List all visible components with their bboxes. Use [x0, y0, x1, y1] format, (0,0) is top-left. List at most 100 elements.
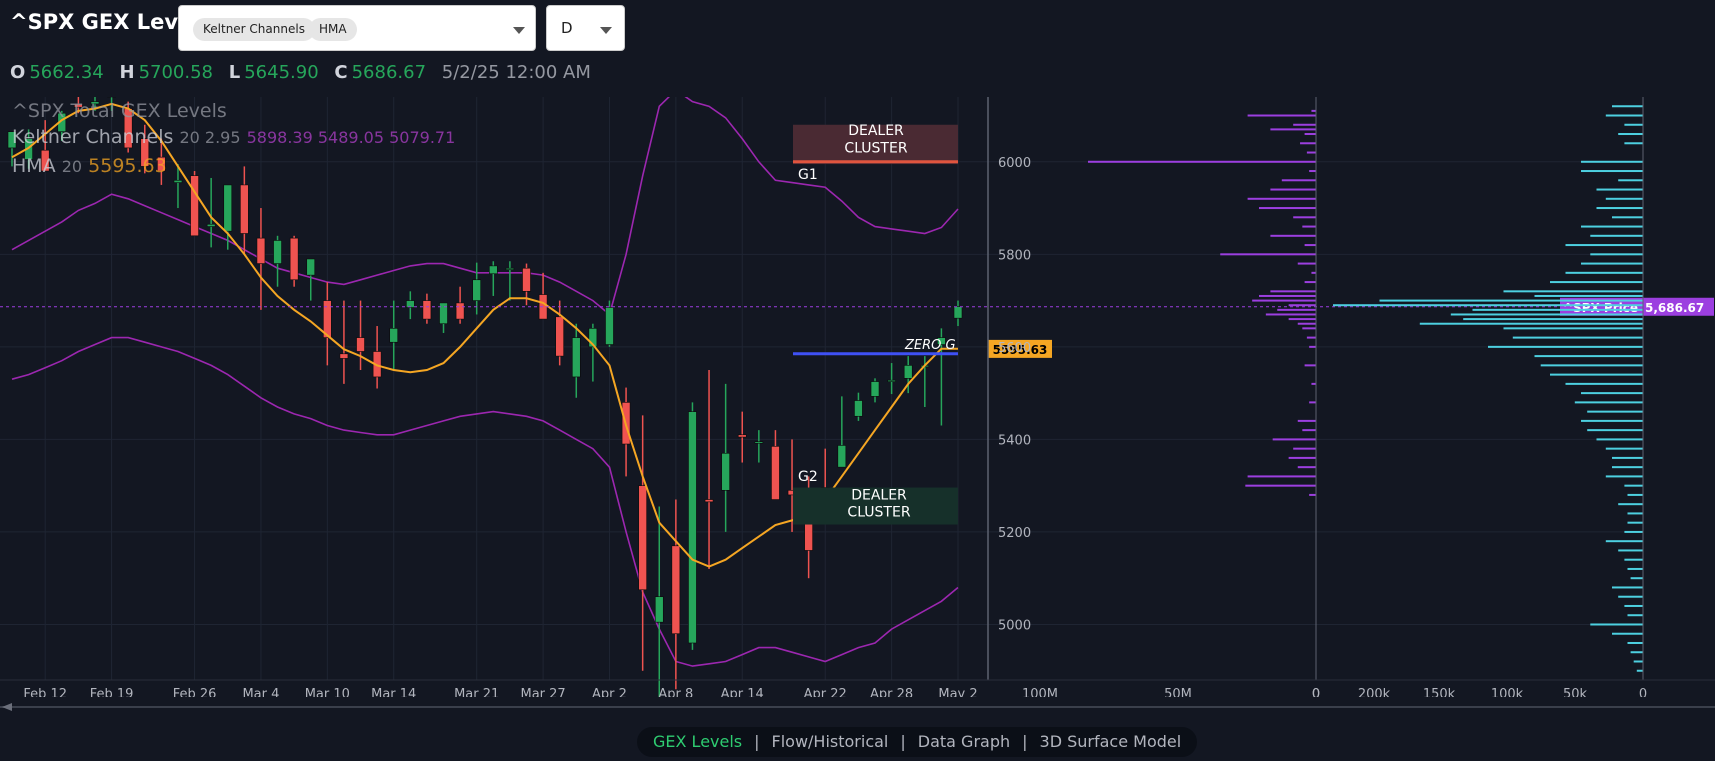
gex-net-bar — [1272, 438, 1316, 441]
candle-body — [256, 237, 266, 264]
x-tick-label: Apr 8 — [658, 687, 693, 697]
y-tick-label: 5800 — [998, 248, 1031, 263]
candle-body — [654, 596, 664, 623]
candle-body — [555, 316, 564, 357]
chevron-down-icon[interactable] — [513, 27, 525, 34]
gex-split-bar — [1627, 512, 1643, 515]
gex-split-bar — [1587, 410, 1643, 413]
gex-split-bar — [1581, 225, 1643, 228]
gex-split-bar — [1618, 503, 1643, 506]
candle-body — [605, 307, 614, 345]
candle-body — [339, 353, 349, 359]
candle-body — [771, 446, 780, 500]
gex-net-bar — [1270, 188, 1316, 191]
y-tick-label: 6000 — [998, 156, 1031, 171]
gex-net-bar — [1220, 253, 1316, 256]
x-tick-label: Mar 4 — [242, 687, 279, 697]
gex-net-bar — [1288, 304, 1316, 307]
gex-net-tick-label: 100M — [1022, 687, 1058, 697]
high-value: 5700.58 — [138, 62, 213, 83]
gex-net-bar — [1288, 318, 1316, 321]
x-tick-label: Apr 22 — [804, 687, 847, 697]
gex-split-bar — [1605, 540, 1643, 543]
gex-split-bar — [1624, 123, 1643, 126]
gex-split-bar — [1624, 142, 1643, 145]
gex-split-bar — [1605, 447, 1643, 450]
legend-kc-values: 5898.39 5489.05 5079.71 — [246, 128, 456, 147]
tab-data-graph[interactable]: Data Graph — [918, 732, 1010, 751]
dealer-cluster-bottom-label: CLUSTER — [847, 505, 910, 521]
x-tick-label: Mar 14 — [371, 687, 416, 697]
gex-net-bar — [1277, 308, 1316, 311]
gex-split-bar — [1605, 197, 1643, 200]
gex-split-bar — [1587, 429, 1643, 432]
tab-flow-historical[interactable]: Flow/Historical — [772, 732, 889, 751]
candle-body — [273, 240, 282, 264]
tab-gex-levels[interactable]: GEX Levels — [653, 732, 742, 751]
gex-split-bar — [1612, 586, 1643, 589]
gex-split-bar — [1596, 207, 1643, 210]
close-label: C — [334, 62, 348, 83]
gex-net-bar — [1293, 216, 1316, 219]
gex-split-bar — [1574, 401, 1643, 404]
indicator-chip-hma[interactable]: HMA — [309, 18, 357, 41]
legend-kc-name: Keltner Channels — [12, 126, 174, 148]
g2-label: G2 — [798, 469, 818, 485]
x-tick-label: Apr 28 — [870, 687, 913, 697]
legend-keltner[interactable]: Keltner Channels 20 2.95 5898.39 5489.05… — [12, 126, 455, 148]
gex-net-bar — [1247, 475, 1316, 478]
gex-net-bar — [1304, 281, 1316, 284]
gex-split-bar — [1534, 355, 1643, 358]
gex-split-bar — [1630, 577, 1643, 580]
legend-hma-name: HMA — [12, 155, 56, 177]
chart-scrollbar[interactable] — [0, 700, 1715, 714]
gex-split-bar — [1472, 308, 1643, 311]
gex-split-bar — [1612, 456, 1643, 459]
candle-body — [505, 267, 515, 270]
open-value: 5662.34 — [29, 62, 104, 83]
gex-split-bar — [1379, 299, 1643, 302]
gex-split-bar — [1618, 549, 1643, 552]
gex-split-bar — [1624, 530, 1643, 533]
low-label: L — [228, 62, 241, 83]
candle-body — [638, 485, 647, 591]
candle-body — [356, 337, 365, 352]
gex-split-bar — [1590, 234, 1643, 237]
legend-hma[interactable]: HMA 20 5595.63 — [12, 155, 167, 177]
gex-split-bar — [1624, 604, 1643, 607]
indicator-multiselect[interactable]: Keltner Channels HMA — [178, 5, 536, 51]
dealer-cluster-bottom-label: DEALER — [851, 488, 907, 504]
gex-net-bar — [1309, 493, 1316, 496]
high-label: H — [119, 62, 135, 83]
candle-body — [953, 306, 963, 319]
gex-split-bar — [1581, 262, 1643, 265]
gex-net-tick-label: 50M — [1164, 687, 1192, 697]
gex-split-bar — [1581, 419, 1643, 422]
legend-hma-value: 5595.63 — [88, 155, 167, 177]
gex-net-bar — [1270, 234, 1316, 237]
ohlc-date: 5/2/25 12:00 AM — [441, 62, 591, 83]
gex-chart[interactable]: DEALERCLUSTERDEALERCLUSTERG1G2ZERO G 5595… — [0, 97, 1715, 697]
g1-label: G1 — [798, 167, 818, 183]
legend-hma-param: 20 — [61, 157, 83, 176]
tab-separator: | — [1022, 732, 1028, 751]
gex-net-bar — [1300, 142, 1316, 145]
indicator-chip-keltner[interactable]: Keltner Channels — [193, 18, 315, 41]
open-label: O — [10, 62, 26, 83]
gex-split-bar — [1627, 521, 1643, 524]
gex-net-bar — [1304, 133, 1316, 136]
interval-select[interactable]: D — [546, 5, 625, 51]
candle-body — [472, 279, 482, 301]
candle-body — [522, 267, 531, 292]
gex-split-bar — [1618, 179, 1643, 182]
ohlc-readout: O 5662.34 H 5700.58 L 5645.90 C 5686.67 5/2/… — [10, 62, 591, 83]
tab-3d-surface-model[interactable]: 3D Surface Model — [1040, 732, 1182, 751]
gex-split-bar — [1503, 290, 1643, 293]
candle-body — [439, 302, 448, 325]
gex-split-tick-label: 150k — [1423, 687, 1456, 697]
candle-body — [240, 184, 249, 234]
gex-net-bar — [1259, 294, 1316, 297]
price-tag-value: 5,686.67 — [1645, 301, 1704, 315]
gex-split-bar — [1565, 244, 1643, 247]
chevron-down-icon[interactable] — [600, 27, 612, 34]
